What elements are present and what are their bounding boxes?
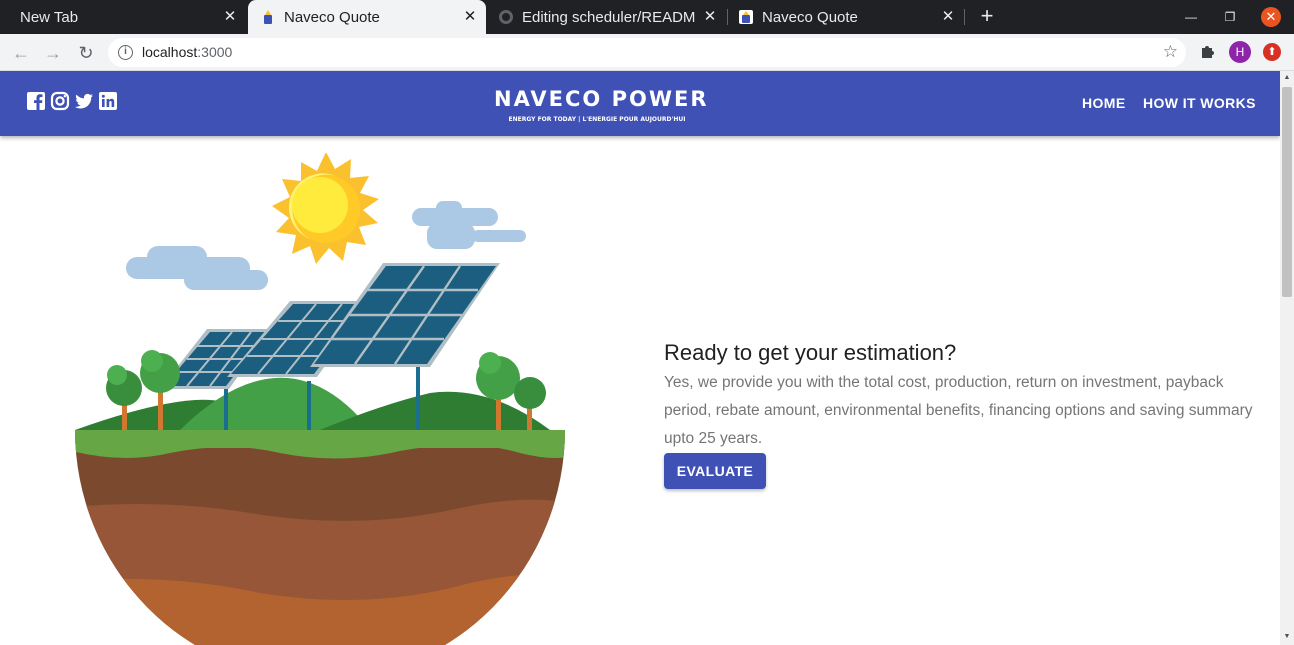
address-bar[interactable]: i localhost:3000 ☆ bbox=[108, 38, 1186, 67]
forward-arrow-icon[interactable]: → bbox=[41, 41, 65, 65]
tab-github-editing[interactable]: Editing scheduler/READM ✕ bbox=[488, 0, 726, 34]
close-icon[interactable]: ✕ bbox=[222, 9, 238, 25]
scroll-thumb[interactable] bbox=[1282, 87, 1292, 297]
back-arrow-icon[interactable]: ← bbox=[9, 41, 33, 65]
puzzle-extensions-icon[interactable] bbox=[1199, 42, 1217, 60]
window-close-button[interactable]: ✕ bbox=[1261, 7, 1281, 27]
site-logo[interactable]: NAVECO POWER bbox=[494, 87, 707, 111]
tab-naveco-quote-active[interactable]: Naveco Quote ✕ bbox=[248, 0, 486, 34]
restore-button[interactable]: ❐ bbox=[1220, 7, 1240, 27]
site-header: NAVECO POWER ENERGY FOR TODAY | L'ENERGI… bbox=[0, 71, 1280, 136]
tab-title: Naveco Quote bbox=[762, 8, 858, 26]
naveco-favicon-icon bbox=[264, 10, 272, 24]
url-port: :3000 bbox=[197, 44, 233, 60]
solar-farm-illustration bbox=[75, 153, 565, 645]
page-viewport: NAVECO POWER ENERGY FOR TODAY | L'ENERGI… bbox=[0, 71, 1280, 645]
new-tab-button[interactable]: + bbox=[975, 5, 999, 29]
sun bbox=[272, 153, 379, 264]
cloud-left bbox=[126, 246, 268, 290]
close-icon[interactable]: ✕ bbox=[940, 9, 956, 25]
url-text[interactable]: localhost:3000 bbox=[142, 44, 232, 60]
ground-bowl bbox=[75, 430, 565, 645]
cloud-right bbox=[412, 201, 526, 249]
nav-home[interactable]: HOME bbox=[1082, 95, 1126, 111]
tab-title: Naveco Quote bbox=[284, 8, 380, 26]
scroll-down-arrow-icon[interactable]: ▼ bbox=[1283, 633, 1291, 641]
url-host: localhost bbox=[142, 44, 198, 60]
evaluate-button[interactable]: EVALUATE bbox=[664, 453, 766, 489]
page-scrollbar[interactable]: ▲ ▼ bbox=[1280, 71, 1294, 645]
logo-tagline: ENERGY FOR TODAY | L'ENERGIE POUR AUJOUR… bbox=[508, 116, 686, 123]
minimize-button[interactable]: — bbox=[1181, 7, 1201, 27]
github-icon bbox=[499, 10, 513, 24]
hero-heading: Ready to get your estimation? bbox=[664, 340, 957, 365]
scroll-up-arrow-icon[interactable]: ▲ bbox=[1283, 74, 1291, 82]
tab-strip: New Tab ✕ Naveco Quote ✕ Editing schedul… bbox=[0, 0, 1294, 34]
linkedin-icon[interactable] bbox=[98, 91, 118, 111]
browser-toolbar: ← → ↻ i localhost:3000 ☆ bbox=[0, 34, 1294, 71]
tab-title: Editing scheduler/READM bbox=[522, 8, 696, 26]
tab-title: New Tab bbox=[20, 8, 79, 26]
update-icon[interactable]: ⬆ bbox=[1263, 43, 1281, 61]
info-icon[interactable]: i bbox=[118, 45, 133, 60]
tab-naveco-quote[interactable]: Naveco Quote ✕ bbox=[728, 0, 964, 34]
tab-new-tab[interactable]: New Tab ✕ bbox=[8, 0, 246, 34]
hero-description: Yes, we provide you with the total cost,… bbox=[664, 374, 1253, 447]
close-icon[interactable]: ✕ bbox=[462, 9, 478, 25]
nav-how-it-works[interactable]: HOW IT WORKS bbox=[1143, 95, 1256, 111]
tab-divider bbox=[964, 9, 965, 25]
reload-icon[interactable]: ↻ bbox=[74, 41, 98, 65]
naveco-favicon-icon bbox=[739, 10, 753, 24]
close-icon[interactable]: ✕ bbox=[702, 9, 718, 25]
bookmark-star-icon[interactable]: ☆ bbox=[1163, 42, 1178, 62]
profile-avatar[interactable]: H bbox=[1229, 41, 1251, 63]
twitter-icon[interactable] bbox=[74, 91, 94, 111]
instagram-icon[interactable] bbox=[50, 91, 70, 111]
facebook-icon[interactable] bbox=[26, 91, 46, 111]
